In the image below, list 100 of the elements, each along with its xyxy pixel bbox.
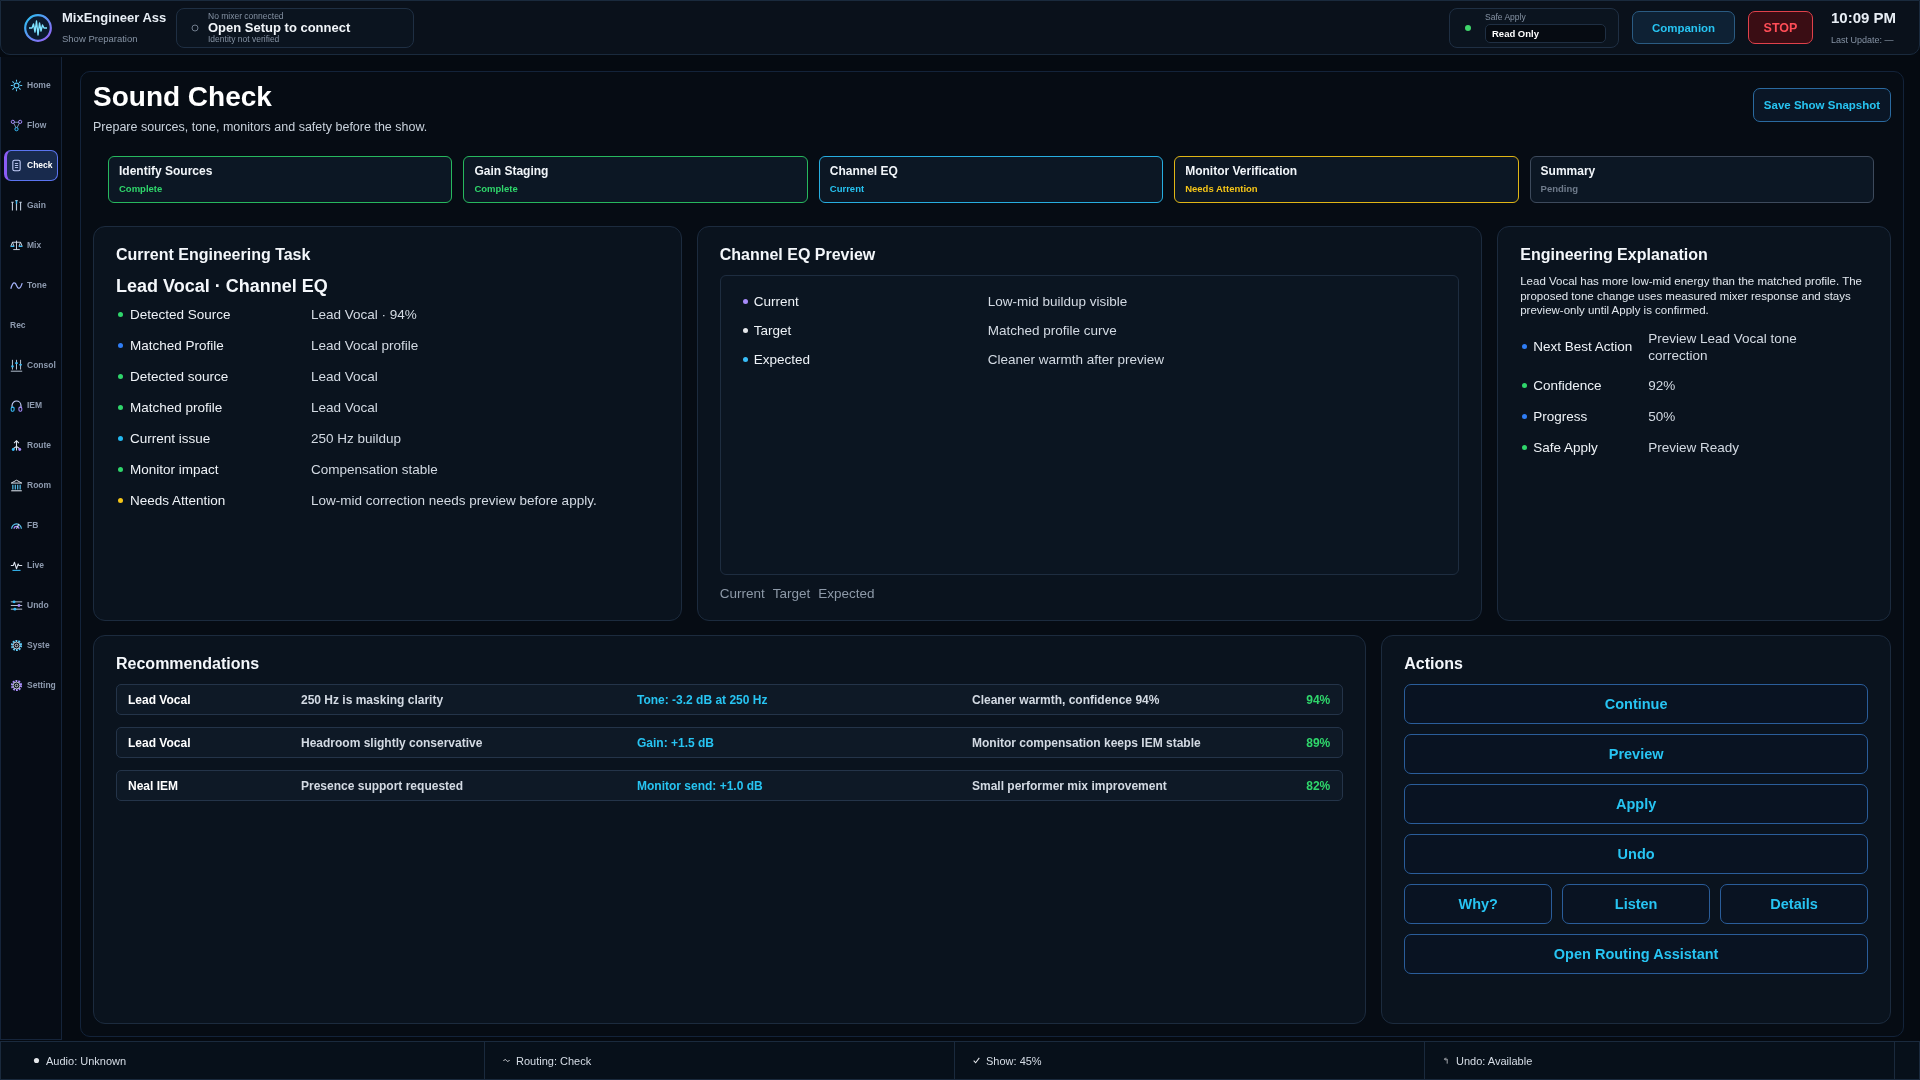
detail-label: Next Best Action <box>1533 338 1634 356</box>
detail-label: Matched Profile <box>130 338 225 353</box>
connection-panel[interactable]: No mixer connected Open Setup to connect Identity not verified <box>176 7 414 48</box>
detail-label: Safe Apply <box>1533 438 1599 457</box>
safe-apply-label: Safe Apply <box>1485 12 1527 22</box>
sidebar-item[interactable]: Check <box>4 149 58 181</box>
step-status: Complete <box>474 182 519 195</box>
recommendation-row[interactable]: Neal IEM Presence support requested Monitor send: +1.0 dB Small performer mix improvement 82% <box>116 770 1344 801</box>
detail-value: Preview Lead Vocal tone correction <box>1648 329 1798 364</box>
detail-label: Matched profile <box>130 400 224 415</box>
sidebar-item[interactable]: Route <box>4 429 58 461</box>
sidebar-item[interactable]: FB <box>4 509 58 541</box>
step-card[interactable]: Summary Pending <box>1529 156 1874 203</box>
step-status: Complete <box>119 182 164 195</box>
settings-icon <box>10 638 23 652</box>
mode-field[interactable]: Read Only <box>1485 24 1606 43</box>
sidebar-item[interactable]: Setting <box>4 669 58 701</box>
table-cell-text: Tone: -3.2 dB at 250 Hz <box>637 692 769 707</box>
sidebar-item[interactable]: Syste <box>4 629 58 661</box>
step-card[interactable]: Monitor Verification Needs Attention <box>1174 156 1519 203</box>
table-cell: 94% <box>1306 692 1331 707</box>
action-button[interactable]: Undo <box>1404 834 1868 874</box>
table-cell-text: Monitor send: +1.0 dB <box>637 778 764 793</box>
table-cell-text: Small performer mix improvement <box>972 778 1168 793</box>
step-status: Current <box>829 182 866 195</box>
companion-button[interactable]: Companion <box>1632 11 1735 44</box>
detail-label: Confidence <box>1533 376 1603 395</box>
action-button[interactable]: Apply <box>1404 784 1868 824</box>
detail-value: Low-mid correction needs preview before apply. <box>311 493 598 508</box>
check-icon <box>973 1057 980 1064</box>
app-subtitle: Show Preparation <box>62 33 139 45</box>
identity-status: Identity not verified <box>208 34 280 44</box>
detail-value: Lead Vocal <box>311 400 379 415</box>
step-title: Identify Sources <box>119 164 214 179</box>
sidebar-item[interactable]: Flow <box>4 109 58 141</box>
sidebar-item[interactable]: Gain <box>4 189 58 221</box>
scale-icon <box>10 238 23 252</box>
curve-label: Target <box>753 323 793 338</box>
legend-label: Target <box>772 586 811 602</box>
sidebar-item[interactable]: Home <box>4 69 58 101</box>
sidebar-item[interactable]: Tone <box>4 269 58 301</box>
panel-title: Channel EQ Preview <box>719 245 877 265</box>
sidebar-item[interactable]: Rec <box>4 309 58 341</box>
table-cell-text: Neal IEM <box>128 778 179 793</box>
clipboard-icon <box>10 158 23 172</box>
sliders-icon <box>10 358 23 372</box>
connection-action: Open Setup to connect <box>208 20 351 35</box>
status-text: Show: 45% <box>986 1054 1042 1067</box>
detail-value: Compensation stable <box>311 462 439 477</box>
panel-title: Actions <box>1404 654 1464 674</box>
sidebar-item[interactable]: Mix <box>4 229 58 261</box>
step-title: Channel EQ <box>829 164 899 179</box>
settings-icon <box>10 678 23 692</box>
recommendation-row[interactable]: Lead Vocal Headroom slightly conservative Gain: +1.5 dB Monitor compensation keeps IEM stable 89% <box>116 727 1344 758</box>
step-card[interactable]: Gain Staging Complete <box>463 156 808 203</box>
action-button[interactable]: Listen <box>1562 884 1711 924</box>
table-cell-text: Cleaner warmth, confidence 94% <box>972 692 1161 707</box>
task-title: Lead Vocal · Channel EQ <box>116 275 329 297</box>
sidebar-item[interactable]: IEM <box>4 389 58 421</box>
panel-title: Recommendations <box>116 654 261 674</box>
action-button[interactable]: Details <box>1720 884 1868 924</box>
sun-icon <box>10 78 23 92</box>
sidebar-item[interactable]: Live <box>4 549 58 581</box>
waveform-icon <box>24 13 52 42</box>
step-status: Needs Attention <box>1185 182 1259 195</box>
panel-title: Current Engineering Task <box>116 245 312 265</box>
step-card[interactable]: Channel EQ Current <box>818 156 1164 203</box>
save-snapshot-button[interactable]: Save Show Snapshot <box>1753 88 1891 122</box>
action-button[interactable]: Why? <box>1404 884 1553 924</box>
stop-button[interactable]: STOP <box>1748 11 1813 44</box>
table-cell-text: Monitor compensation keeps IEM stable <box>972 735 1202 750</box>
curve-label: Current <box>753 294 800 309</box>
detail-value: Lead Vocal <box>311 369 379 384</box>
sidebar-item[interactable]: Undo <box>4 589 58 621</box>
sidebar-item[interactable]: Room <box>4 469 58 501</box>
undo-arrow-icon <box>1443 1057 1450 1064</box>
legend-label: Expected <box>818 586 875 602</box>
fork-arrow-icon <box>10 438 23 452</box>
table-cell-text: 250 Hz is masking clarity <box>301 692 445 707</box>
detail-label: Monitor impact <box>130 462 220 477</box>
toggle-lines-icon <box>10 598 23 612</box>
curve-value: Matched profile curve <box>987 323 1118 338</box>
panel-title: Engineering Explanation <box>1520 245 1709 265</box>
step-card[interactable]: Identify Sources Complete <box>108 156 453 203</box>
action-button[interactable]: Preview <box>1404 734 1868 774</box>
detail-label: Needs Attention <box>130 493 227 508</box>
table-cell: 82% <box>1306 778 1331 793</box>
sidebar-item[interactable]: Consol <box>4 349 58 381</box>
faders-icon <box>10 198 23 212</box>
action-button[interactable]: Continue <box>1404 684 1868 724</box>
recommendation-row[interactable]: Lead Vocal 250 Hz is masking clarity Tone: -3.2 dB at 250 Hz Cleaner warmth, confidence 94% 94% <box>116 684 1344 715</box>
action-button[interactable]: Open Routing Assistant <box>1404 934 1868 974</box>
status-text: Audio: Unknown <box>46 1054 127 1067</box>
curve-value: Cleaner warmth after preview <box>987 352 1165 367</box>
nodes-icon <box>10 118 23 132</box>
connection-status: No mixer connected <box>208 11 285 21</box>
table-cell-text: Presence support requested <box>301 778 465 793</box>
table-cell: 89% <box>1306 735 1331 750</box>
status-text: Routing: Check <box>516 1054 592 1067</box>
building-icon <box>10 478 23 492</box>
